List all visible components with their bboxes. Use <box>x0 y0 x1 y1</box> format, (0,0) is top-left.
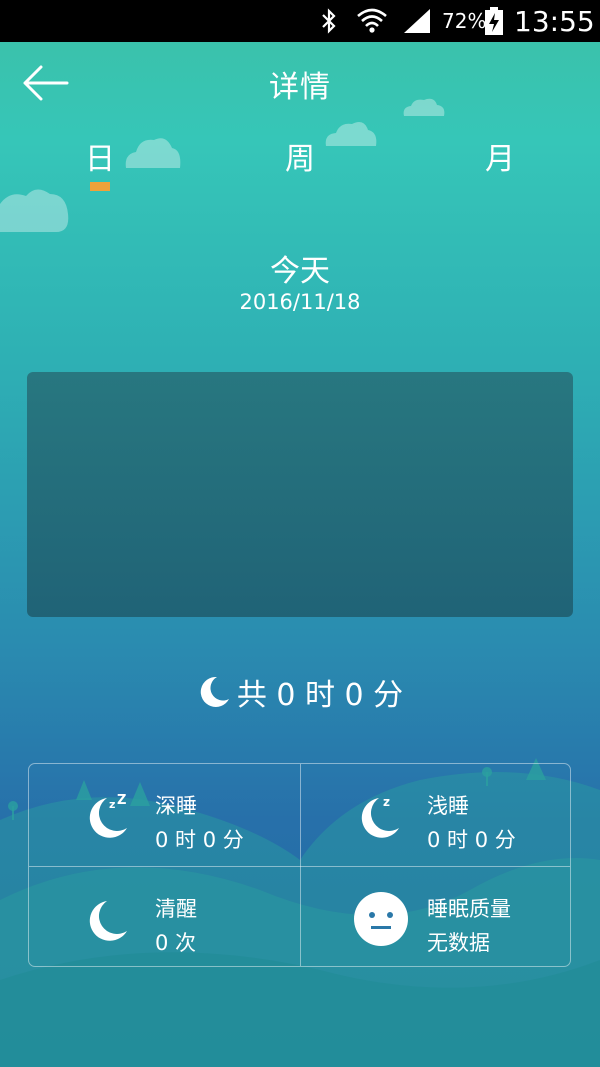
neutral-face-icon <box>354 892 408 946</box>
date-heading: 今天 <box>270 254 330 289</box>
sleep-stats-grid: z Z 深睡 0 时 0 分 z 浅睡 0 时 0 分 清醒 0 次 睡眠质量 … <box>28 763 571 967</box>
tab-day-label: 日 <box>85 142 115 177</box>
sleep-chart-area <box>27 372 573 617</box>
moon-zzz-icon: z Z <box>89 793 127 838</box>
stat-sleep-quality-value: 无数据 <box>427 931 490 955</box>
battery-charging-icon <box>484 0 504 42</box>
page-title: 详情 <box>269 70 331 105</box>
stat-deep-sleep: z Z 深睡 0 时 0 分 <box>29 764 300 866</box>
total-sleep-text: 共 0 时 0 分 <box>236 678 404 713</box>
tab-week[interactable]: 周 <box>260 134 340 194</box>
battery-percent: 72% <box>442 9 487 33</box>
stat-deep-sleep-value: 0 时 0 分 <box>155 828 244 852</box>
tab-day[interactable]: 日 <box>60 134 140 194</box>
stat-sleep-quality-label: 睡眠质量 <box>427 897 511 921</box>
stat-awake: 清醒 0 次 <box>29 867 300 969</box>
status-bar: 72% 13:55 <box>0 0 600 42</box>
wifi-icon <box>356 0 388 42</box>
moon-z-icon: z <box>361 795 399 838</box>
stat-sleep-quality: 睡眠质量 无数据 <box>301 867 572 969</box>
tab-month[interactable]: 月 <box>460 134 540 194</box>
active-tab-indicator <box>90 182 110 191</box>
signal-icon <box>402 0 432 42</box>
date-value: 2016/11/18 <box>239 290 361 314</box>
stat-awake-label: 清醒 <box>155 897 197 921</box>
stat-light-sleep: z 浅睡 0 时 0 分 <box>301 764 572 866</box>
svg-text:z: z <box>383 795 390 809</box>
stat-light-sleep-label: 浅睡 <box>427 794 469 818</box>
screen: 72% 13:55 详情 日 周 月 今天 2016/11/18 共 0 时 0… <box>0 0 600 1067</box>
moon-icon <box>89 901 127 941</box>
stat-deep-sleep-label: 深睡 <box>155 794 197 818</box>
stat-light-sleep-value: 0 时 0 分 <box>427 828 516 852</box>
moon-icon <box>200 676 229 707</box>
total-sleep: 共 0 时 0 分 <box>0 670 600 714</box>
clock: 13:55 <box>514 4 595 38</box>
tab-week-label: 周 <box>285 142 315 177</box>
svg-text:z: z <box>109 798 115 811</box>
stat-awake-value: 0 次 <box>155 931 197 955</box>
bluetooth-icon <box>318 0 340 42</box>
tab-month-label: 月 <box>485 142 515 177</box>
svg-text:Z: Z <box>117 793 126 808</box>
